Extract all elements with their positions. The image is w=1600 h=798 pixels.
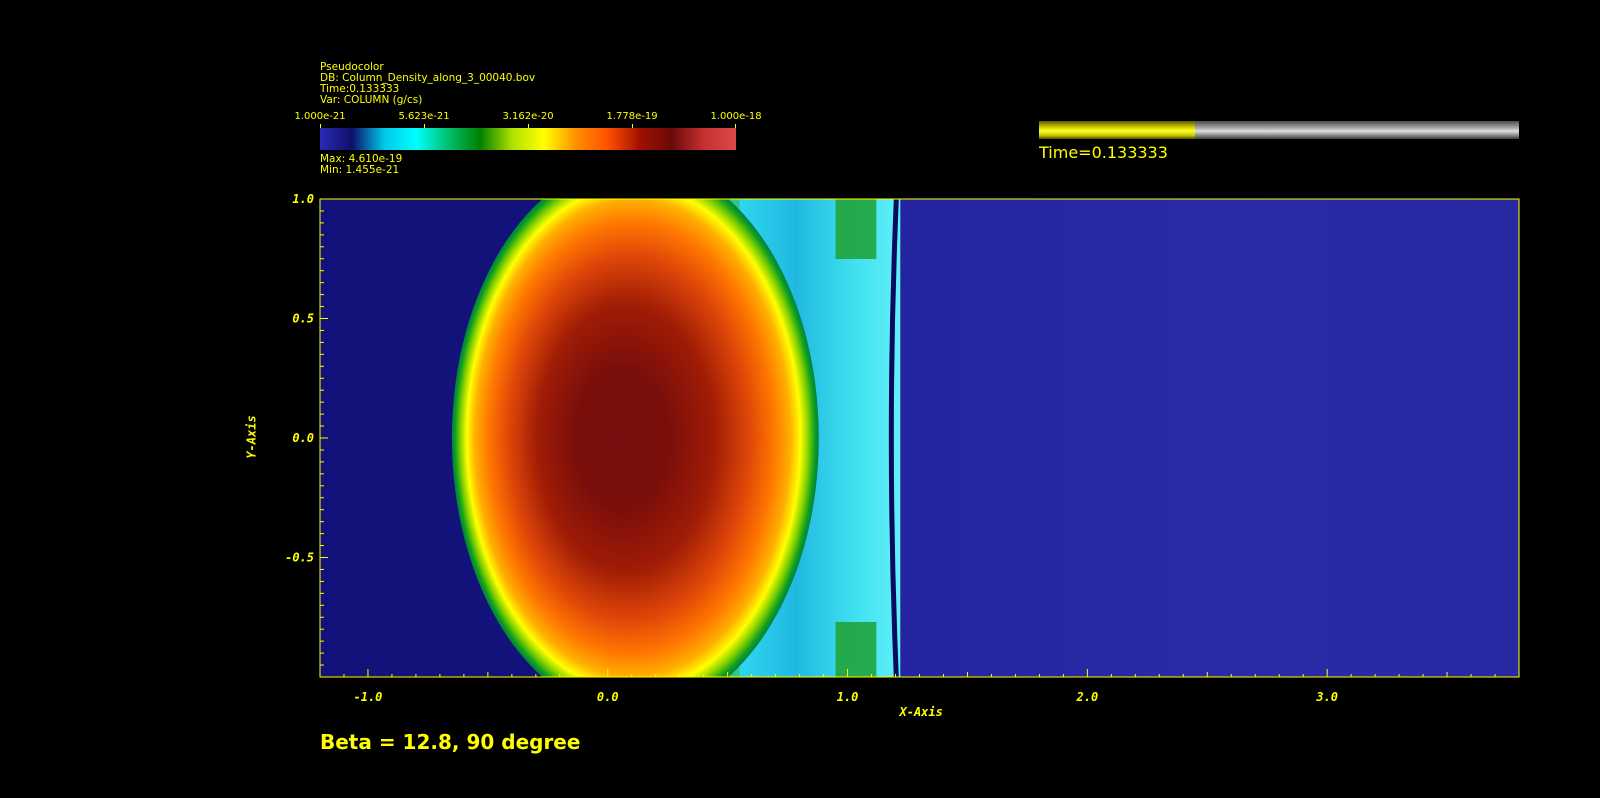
x-tick-label: 0.0 — [597, 690, 619, 704]
caption: Beta = 12.8, 90 degree — [320, 730, 581, 754]
x-tick-label: -1.0 — [354, 690, 383, 704]
dense-cloud — [451, 199, 819, 677]
y-axis-title: Y-Axis — [244, 415, 259, 459]
y-tick-label: 0.5 — [292, 312, 314, 326]
x-tick-label: 3.0 — [1315, 690, 1338, 704]
x-tick-label: 2.0 — [1076, 690, 1099, 704]
wake-streak-bottom — [835, 622, 877, 677]
post-shock-region — [900, 199, 1519, 677]
x-axis-title: X-Axis — [899, 705, 943, 719]
y-tick-label: 1.0 — [292, 192, 314, 206]
visualization-window: Pseudocolor DB: Column_Density_along_3_0… — [0, 0, 1600, 798]
wake-streak-top — [835, 199, 877, 259]
x-tick-label: 1.0 — [837, 690, 859, 704]
y-tick-label: -0.5 — [285, 551, 314, 565]
plot-area: -1.0 0.0 1.0 2.0 3.0 1.0 0.5 0.0 -0.5 — [285, 192, 1520, 704]
y-tick-label: 0.0 — [292, 431, 314, 445]
